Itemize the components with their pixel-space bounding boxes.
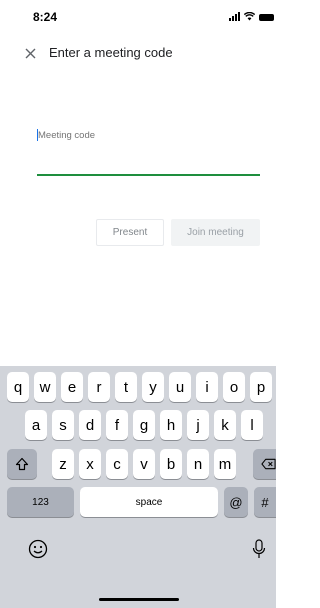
home-indicator[interactable] [99,598,179,601]
wifi-icon [244,12,255,21]
key-i[interactable]: i [196,372,218,402]
key-e[interactable]: e [61,372,83,402]
close-button[interactable] [20,43,40,63]
key-y[interactable]: y [142,372,164,402]
status-icons [229,12,274,21]
key-v[interactable]: v [133,449,155,479]
backspace-icon [261,458,276,470]
key-h[interactable]: h [160,410,182,440]
status-time: 8:24 [33,10,58,24]
key-k[interactable]: k [214,410,236,440]
shift-key[interactable] [7,449,37,479]
mic-icon [252,539,266,558]
key-u[interactable]: u [169,372,191,402]
key-r[interactable]: r [88,372,110,402]
space-key[interactable]: space [80,487,218,517]
present-button[interactable]: Present [96,219,164,246]
meeting-code-input[interactable] [38,130,258,141]
top-bar: Enter a meeting code [0,38,276,68]
key-j[interactable]: j [187,410,209,440]
page-title: Enter a meeting code [49,45,173,60]
field-underline [37,174,260,176]
key-l[interactable]: l [241,410,263,440]
status-bar: 8:24 [0,0,276,34]
key-a[interactable]: a [25,410,47,440]
meeting-code-field[interactable] [37,125,260,177]
key-n[interactable]: n [187,449,209,479]
key-d[interactable]: d [79,410,101,440]
battery-icon [259,14,274,21]
keyboard: q w e r t y u i o p a s d f g h j k l z … [0,366,276,608]
key-o[interactable]: o [223,372,245,402]
key-w[interactable]: w [34,372,56,402]
delete-key[interactable] [253,449,276,479]
join-meeting-button[interactable]: Join meeting [171,219,260,246]
numbers-key[interactable]: 123 [7,487,74,517]
key-t[interactable]: t [115,372,137,402]
key-q[interactable]: q [7,372,29,402]
key-g[interactable]: g [133,410,155,440]
key-f[interactable]: f [106,410,128,440]
shift-icon [15,457,29,471]
emoji-button[interactable] [26,537,50,561]
key-c[interactable]: c [106,449,128,479]
key-x[interactable]: x [79,449,101,479]
key-z[interactable]: z [52,449,74,479]
at-key[interactable]: @ [224,487,248,517]
hash-key[interactable]: # [254,487,276,517]
close-icon [25,48,35,58]
key-p[interactable]: p [250,372,272,402]
key-b[interactable]: b [160,449,182,479]
signal-icon [229,12,240,21]
dictation-button[interactable] [247,537,271,561]
key-s[interactable]: s [52,410,74,440]
key-m[interactable]: m [214,449,236,479]
emoji-icon [28,539,48,559]
